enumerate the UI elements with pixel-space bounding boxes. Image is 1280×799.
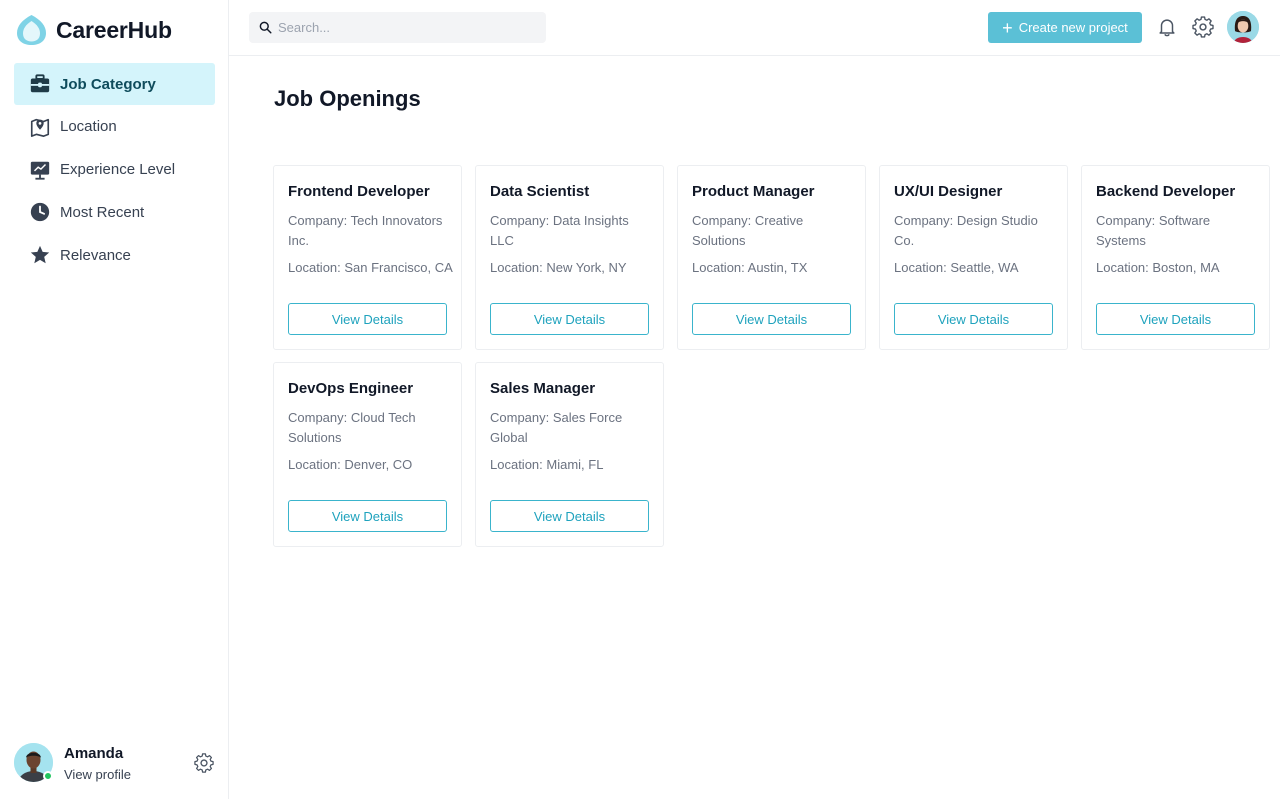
job-title: Backend Developer <box>1096 183 1236 200</box>
job-location: Location: New York, NY <box>490 260 627 275</box>
user-avatar[interactable] <box>1227 11 1259 43</box>
job-title: Data Scientist <box>490 183 590 200</box>
plus-icon: + <box>1002 17 1013 38</box>
sidebar-item-experience-level[interactable]: Experience Level <box>14 149 215 191</box>
job-card: Backend Developer Company: Software Syst… <box>1081 165 1270 350</box>
sidebar-item-most-recent[interactable]: Most Recent <box>14 191 215 233</box>
view-details-button[interactable]: View Details <box>692 303 851 335</box>
job-title: DevOps Engineer <box>288 380 414 397</box>
presentation-icon <box>28 158 52 182</box>
sidebar-item-label: Relevance <box>60 246 131 264</box>
gear-icon[interactable] <box>194 753 214 773</box>
job-company: Company: Software Systems <box>1096 213 1211 248</box>
star-icon <box>28 243 52 267</box>
job-location: Location: Seattle, WA <box>894 260 1019 275</box>
job-card: DevOps Engineer Company: Cloud Tech Solu… <box>273 362 462 547</box>
brand-logo-icon <box>17 15 46 45</box>
job-card: UX/UI Designer Company: Design Studio Co… <box>879 165 1068 350</box>
job-title: Product Manager <box>692 183 815 200</box>
job-location: Location: Miami, FL <box>490 457 604 472</box>
view-details-button[interactable]: View Details <box>490 303 649 335</box>
settings-gear-icon[interactable] <box>1192 16 1214 38</box>
job-card: Sales Manager Company: Sales Force Globa… <box>475 362 664 547</box>
job-company: Company: Creative Solutions <box>692 213 804 248</box>
clock-icon <box>28 200 52 224</box>
page-title: Job Openings <box>274 86 421 111</box>
job-card: Data Scientist Company: Data Insights LL… <box>475 165 664 350</box>
sidebar-item-label: Experience Level <box>60 161 176 178</box>
profile-name: Amanda <box>64 745 124 762</box>
view-details-button[interactable]: View Details <box>490 500 649 532</box>
search-icon <box>259 21 272 34</box>
job-location: Location: Boston, MA <box>1096 260 1220 275</box>
sidebar-item-label: Location <box>60 118 117 136</box>
search-bar[interactable] <box>249 12 546 43</box>
job-company: Company: Cloud Tech Solutions <box>288 410 416 445</box>
top-bar: + Create new project <box>229 0 1280 56</box>
search-input[interactable] <box>278 20 538 35</box>
sidebar-item-relevance[interactable]: Relevance <box>14 234 215 276</box>
sidebar-item-label: Job Category <box>60 75 156 93</box>
create-new-project-label: Create new project <box>1018 20 1128 35</box>
brand-name: CareerHub <box>56 16 172 43</box>
sidebar: CareerHub Job Category Location Experien… <box>0 0 229 799</box>
job-company: Company: Data Insights LLC <box>490 213 629 248</box>
job-card: Frontend Developer Company: Tech Innovat… <box>273 165 462 350</box>
create-new-project-button[interactable]: + Create new project <box>988 12 1142 43</box>
view-profile-link[interactable]: View profile <box>64 767 131 782</box>
view-details-button[interactable]: View Details <box>894 303 1053 335</box>
job-location: Location: San Francisco, CA <box>288 260 453 275</box>
bell-icon[interactable] <box>1156 16 1178 38</box>
job-title: UX/UI Designer <box>894 183 1003 200</box>
job-location: Location: Austin, TX <box>692 260 808 275</box>
online-status-dot <box>43 771 53 781</box>
sidebar-item-job-category[interactable]: Job Category <box>14 63 215 105</box>
view-details-button[interactable]: View Details <box>1096 303 1255 335</box>
job-location: Location: Denver, CO <box>288 457 413 472</box>
briefcase-icon <box>28 72 52 96</box>
brand[interactable]: CareerHub <box>16 14 172 46</box>
job-company: Company: Design Studio Co. <box>894 213 1038 248</box>
view-details-button[interactable]: View Details <box>288 500 447 532</box>
sidebar-item-label: Most Recent <box>60 203 145 221</box>
map-pin-icon <box>28 115 52 139</box>
user-profile[interactable]: Amanda View profile <box>14 742 215 784</box>
job-company: Company: Tech Innovators Inc. <box>288 213 443 248</box>
job-company: Company: Sales Force Global <box>490 410 623 445</box>
job-card: Product Manager Company: Creative Soluti… <box>677 165 866 350</box>
sidebar-nav: Job Category Location Experience Level M… <box>14 63 215 277</box>
view-details-button[interactable]: View Details <box>288 303 447 335</box>
job-title: Sales Manager <box>490 380 596 397</box>
job-title: Frontend Developer <box>288 183 430 200</box>
sidebar-item-location[interactable]: Location <box>14 106 215 148</box>
